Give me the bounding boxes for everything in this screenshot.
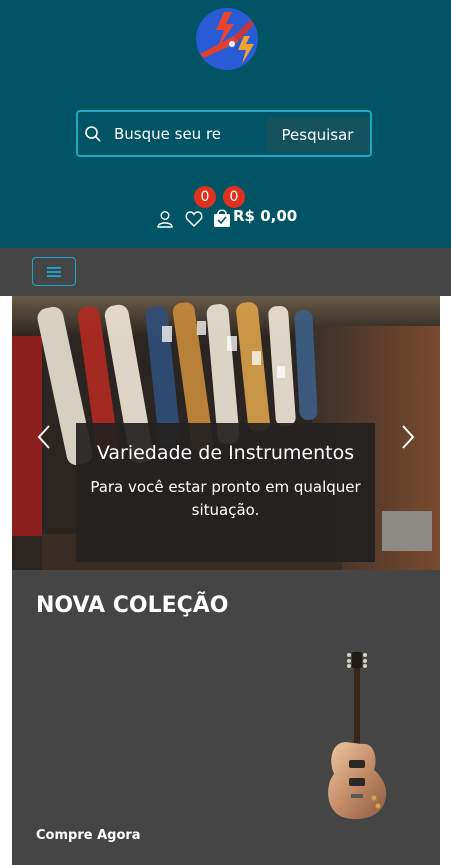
slide-text: Para você estar pronto em qualquer situa… bbox=[90, 478, 361, 519]
search-button[interactable]: Pesquisar bbox=[266, 117, 369, 152]
search-icon bbox=[85, 126, 101, 142]
menu-toggle-button[interactable] bbox=[32, 257, 76, 286]
wishlist-count-badge: 0 bbox=[194, 186, 216, 208]
header-actions: 0 0 R$ 0,00 bbox=[0, 185, 451, 235]
chevron-left-icon[interactable] bbox=[36, 424, 52, 450]
site-header: Pesquisar 0 0 R$ 0,00 bbox=[0, 0, 451, 248]
promo-title: NOVA COLEÇÃO bbox=[36, 593, 229, 618]
cart-count-badge: 0 bbox=[223, 186, 245, 208]
shopping-bag-icon[interactable] bbox=[213, 208, 231, 228]
slide-caption: Variedade de Instrumentos Para você esta… bbox=[76, 423, 375, 562]
search-input[interactable] bbox=[114, 120, 264, 148]
cart-total[interactable]: R$ 0,00 bbox=[233, 207, 297, 225]
slide-title: Variedade de Instrumentos bbox=[96, 442, 355, 464]
search-bar: Pesquisar bbox=[76, 110, 372, 157]
user-icon[interactable] bbox=[156, 210, 174, 228]
electric-guitar-image bbox=[328, 652, 387, 820]
hero-carousel: Variedade de Instrumentos Para você esta… bbox=[12, 296, 440, 570]
promo-banner[interactable]: NOVA COLEÇÃO Compre Agora bbox=[12, 570, 440, 865]
guitar-lightning-logo[interactable] bbox=[194, 6, 260, 72]
chevron-right-icon[interactable] bbox=[400, 424, 416, 450]
shop-now-link[interactable]: Compre Agora bbox=[36, 828, 141, 843]
hamburger-icon bbox=[47, 266, 61, 277]
main-navbar bbox=[0, 248, 451, 296]
heart-icon[interactable] bbox=[185, 210, 203, 228]
